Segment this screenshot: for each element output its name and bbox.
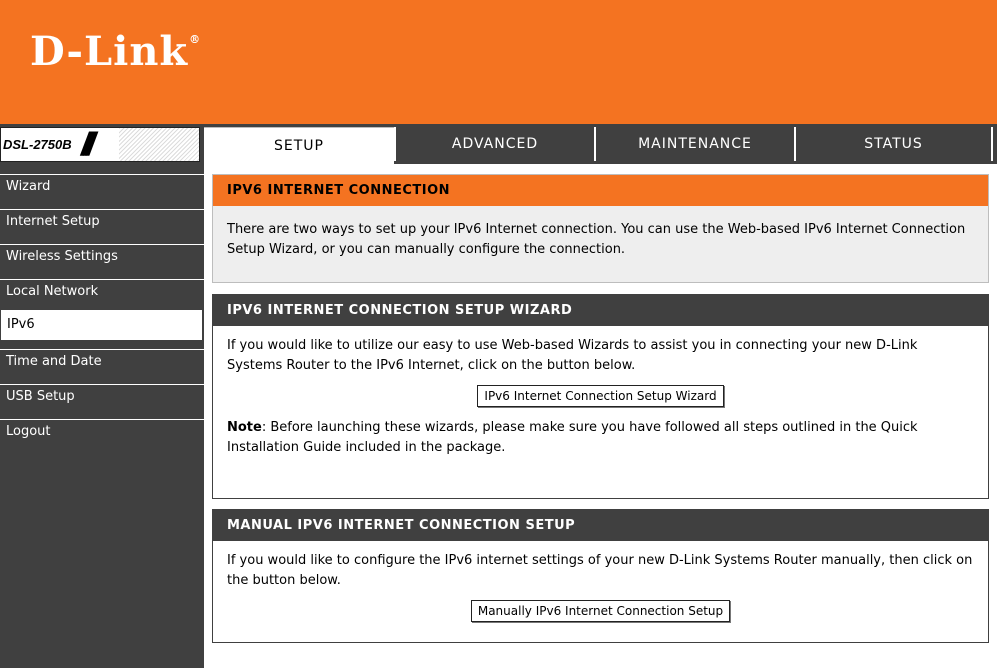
wizard-title: IPV6 INTERNET CONNECTION SETUP WIZARD <box>213 295 988 326</box>
sidebar-item-ipv6[interactable]: IPv6 <box>0 309 203 341</box>
slashes-decoration: /// <box>81 127 95 162</box>
intro-text: There are two ways to set up your IPv6 I… <box>227 222 966 257</box>
manual-section: MANUAL IPV6 INTERNET CONNECTION SETUP If… <box>212 509 989 643</box>
wizard-note: Note: Before launching these wizards, pl… <box>213 407 988 458</box>
wizard-text: If you would like to utilize our easy to… <box>227 338 918 373</box>
tab-status[interactable]: STATUS <box>794 127 991 161</box>
sidebar-item-logout[interactable]: Logout <box>0 419 204 454</box>
header-banner: D-Link® <box>0 0 997 124</box>
sidebar-item-internet-setup[interactable]: Internet Setup <box>0 209 204 244</box>
sidebar-item-time-and-date[interactable]: Time and Date <box>0 349 204 384</box>
wizard-section: IPV6 INTERNET CONNECTION SETUP WIZARD If… <box>212 294 989 499</box>
manual-title: MANUAL IPV6 INTERNET CONNECTION SETUP <box>213 510 988 541</box>
intro-title: IPV6 INTERNET CONNECTION <box>213 175 988 206</box>
note-text: : Before launching these wizards, please… <box>227 420 918 455</box>
intro-section: IPV6 INTERNET CONNECTION There are two w… <box>212 174 989 283</box>
sidebar-item-usb-setup[interactable]: USB Setup <box>0 384 204 419</box>
sidebar: Wizard Internet Setup Wireless Settings … <box>0 164 204 668</box>
tab-bar-end <box>991 127 997 161</box>
dlink-logo: D-Link® <box>30 28 202 75</box>
model-badge-stripes <box>119 128 199 161</box>
tab-advanced[interactable]: ADVANCED <box>394 127 594 161</box>
tab-setup[interactable]: SETUP <box>204 127 394 164</box>
manual-ipv6-setup-button[interactable]: Manually IPv6 Internet Connection Setup <box>470 600 731 622</box>
manual-button-row: Manually IPv6 Internet Connection Setup <box>213 600 988 622</box>
note-label: Note <box>227 420 262 435</box>
sidebar-item-wireless-settings[interactable]: Wireless Settings <box>0 244 204 279</box>
manual-text: If you would like to configure the IPv6 … <box>227 553 973 588</box>
model-badge: DSL-2750B /// <box>0 127 200 162</box>
model-name: DSL-2750B <box>3 137 72 152</box>
wizard-button-row: IPv6 Internet Connection Setup Wizard <box>213 385 988 407</box>
tab-maintenance[interactable]: MAINTENANCE <box>594 127 794 161</box>
sidebar-item-wizard[interactable]: Wizard <box>0 174 204 209</box>
ipv6-setup-wizard-button[interactable]: IPv6 Internet Connection Setup Wizard <box>477 385 724 407</box>
